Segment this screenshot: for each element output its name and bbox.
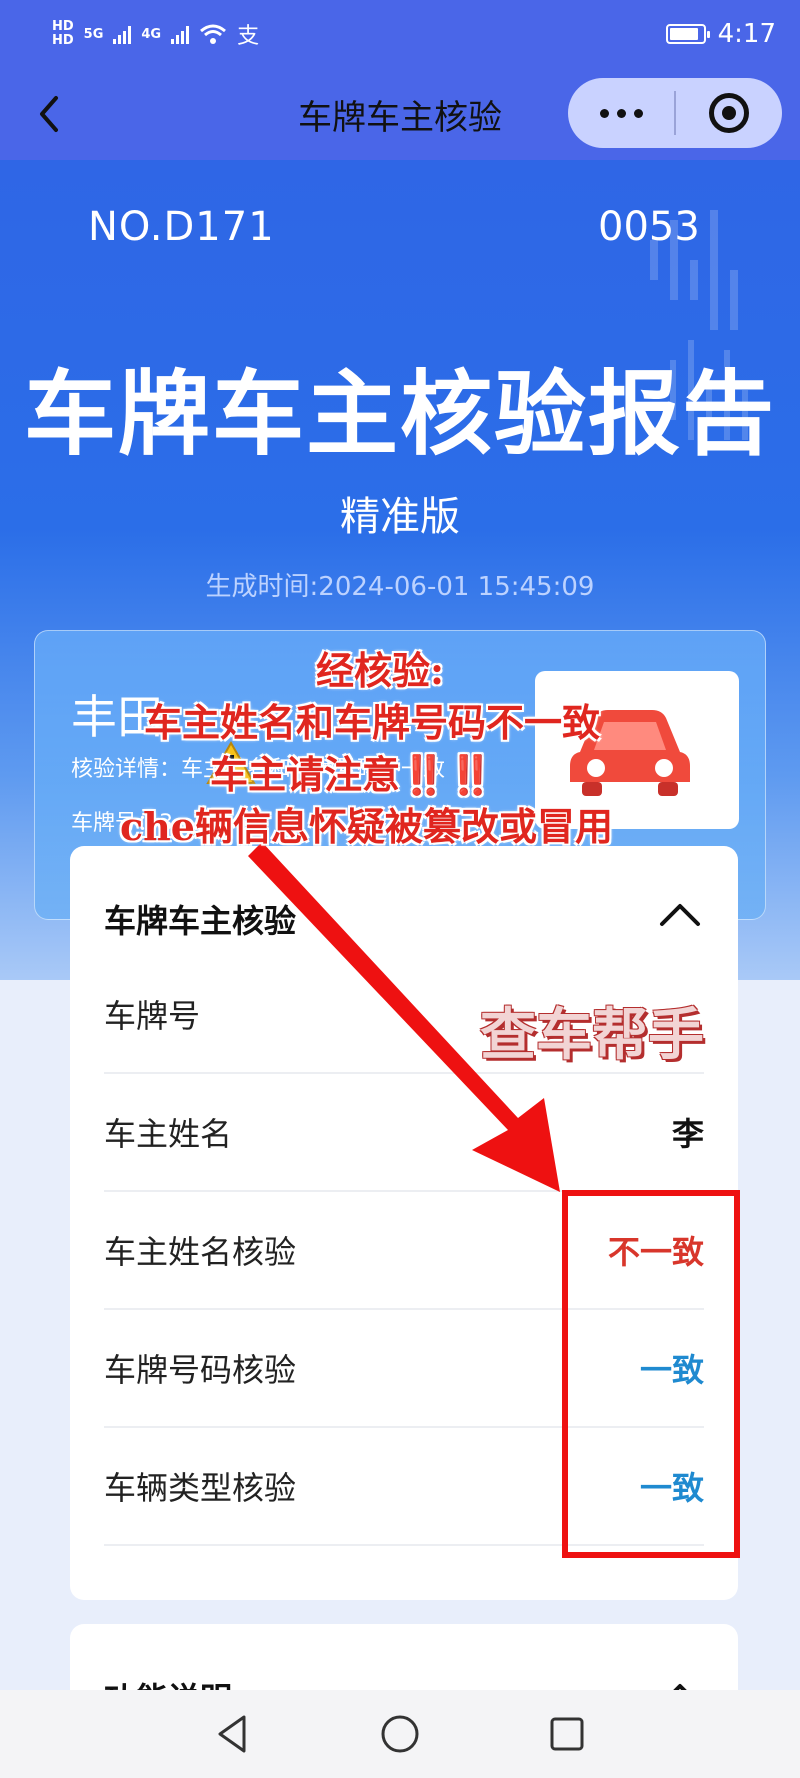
annotation-line-2: 车主姓名和车牌号码不一致 [144, 700, 601, 745]
row-value: 李 [671, 1115, 704, 1153]
signal-icon [113, 24, 132, 44]
annotation-line-1: 经核验: [316, 648, 445, 693]
target-icon [709, 93, 749, 133]
gen-4g: 4G [141, 26, 162, 42]
report-number-end: 0053 [598, 204, 700, 250]
more-button[interactable] [568, 108, 674, 118]
hd-top: HD [52, 19, 74, 34]
more-icon [599, 108, 609, 118]
chevron-up-icon[interactable] [658, 898, 702, 928]
watermark: 查车帮手 [480, 1002, 704, 1068]
gen-5g: 5G [83, 26, 104, 42]
more-icon-dot [616, 108, 626, 118]
status-bar: HD HD 5G 4G 支 4:17 [0, 0, 800, 68]
hd-bottom: HD [52, 33, 74, 48]
row-label: 车主姓名核验 [104, 1233, 297, 1271]
annotation-line-4: che辆信息怀疑被篡改或冒用 [120, 804, 613, 849]
status-left: HD HD 5G 4G 支 [52, 18, 259, 50]
hd-indicators: HD HD [52, 20, 74, 48]
close-mini-program-button[interactable] [676, 93, 782, 133]
clock: 4:17 [717, 19, 776, 49]
nav-recents-icon[interactable] [544, 1711, 590, 1757]
row-label: 车牌号码核验 [104, 1351, 297, 1389]
row-owner-name: 车主姓名 李 [104, 1074, 704, 1192]
more-icon-dot [633, 108, 643, 118]
extra-status-icon: 支 [237, 24, 260, 49]
card-title: 车牌车主核验 [104, 902, 297, 940]
row-label: 车牌号 [104, 997, 201, 1035]
generated-time: 生成时间:2024-06-01 15:45:09 [205, 572, 595, 602]
nav-bar: 车牌车主核验 [0, 68, 800, 160]
highlight-box [562, 1190, 740, 1558]
nav-back-icon[interactable] [210, 1711, 256, 1757]
report-number-start: NO.D171 [88, 204, 275, 250]
nav-home-icon[interactable] [377, 1711, 423, 1757]
status-right: 4:17 [665, 19, 776, 49]
battery-icon [665, 24, 710, 44]
row-label: 车主姓名 [104, 1115, 233, 1153]
signal-icon-2 [171, 24, 190, 44]
system-nav-bar [0, 1690, 800, 1778]
mini-program-capsule [568, 78, 782, 148]
wifi-icon [200, 24, 227, 44]
report-title: 车牌车主核验报告 [23, 361, 776, 468]
row-label: 车辆类型核验 [104, 1469, 297, 1507]
report-edition: 精准版 [340, 494, 460, 540]
annotation-line-3: 车主请注意‼️‼️ [210, 752, 495, 797]
